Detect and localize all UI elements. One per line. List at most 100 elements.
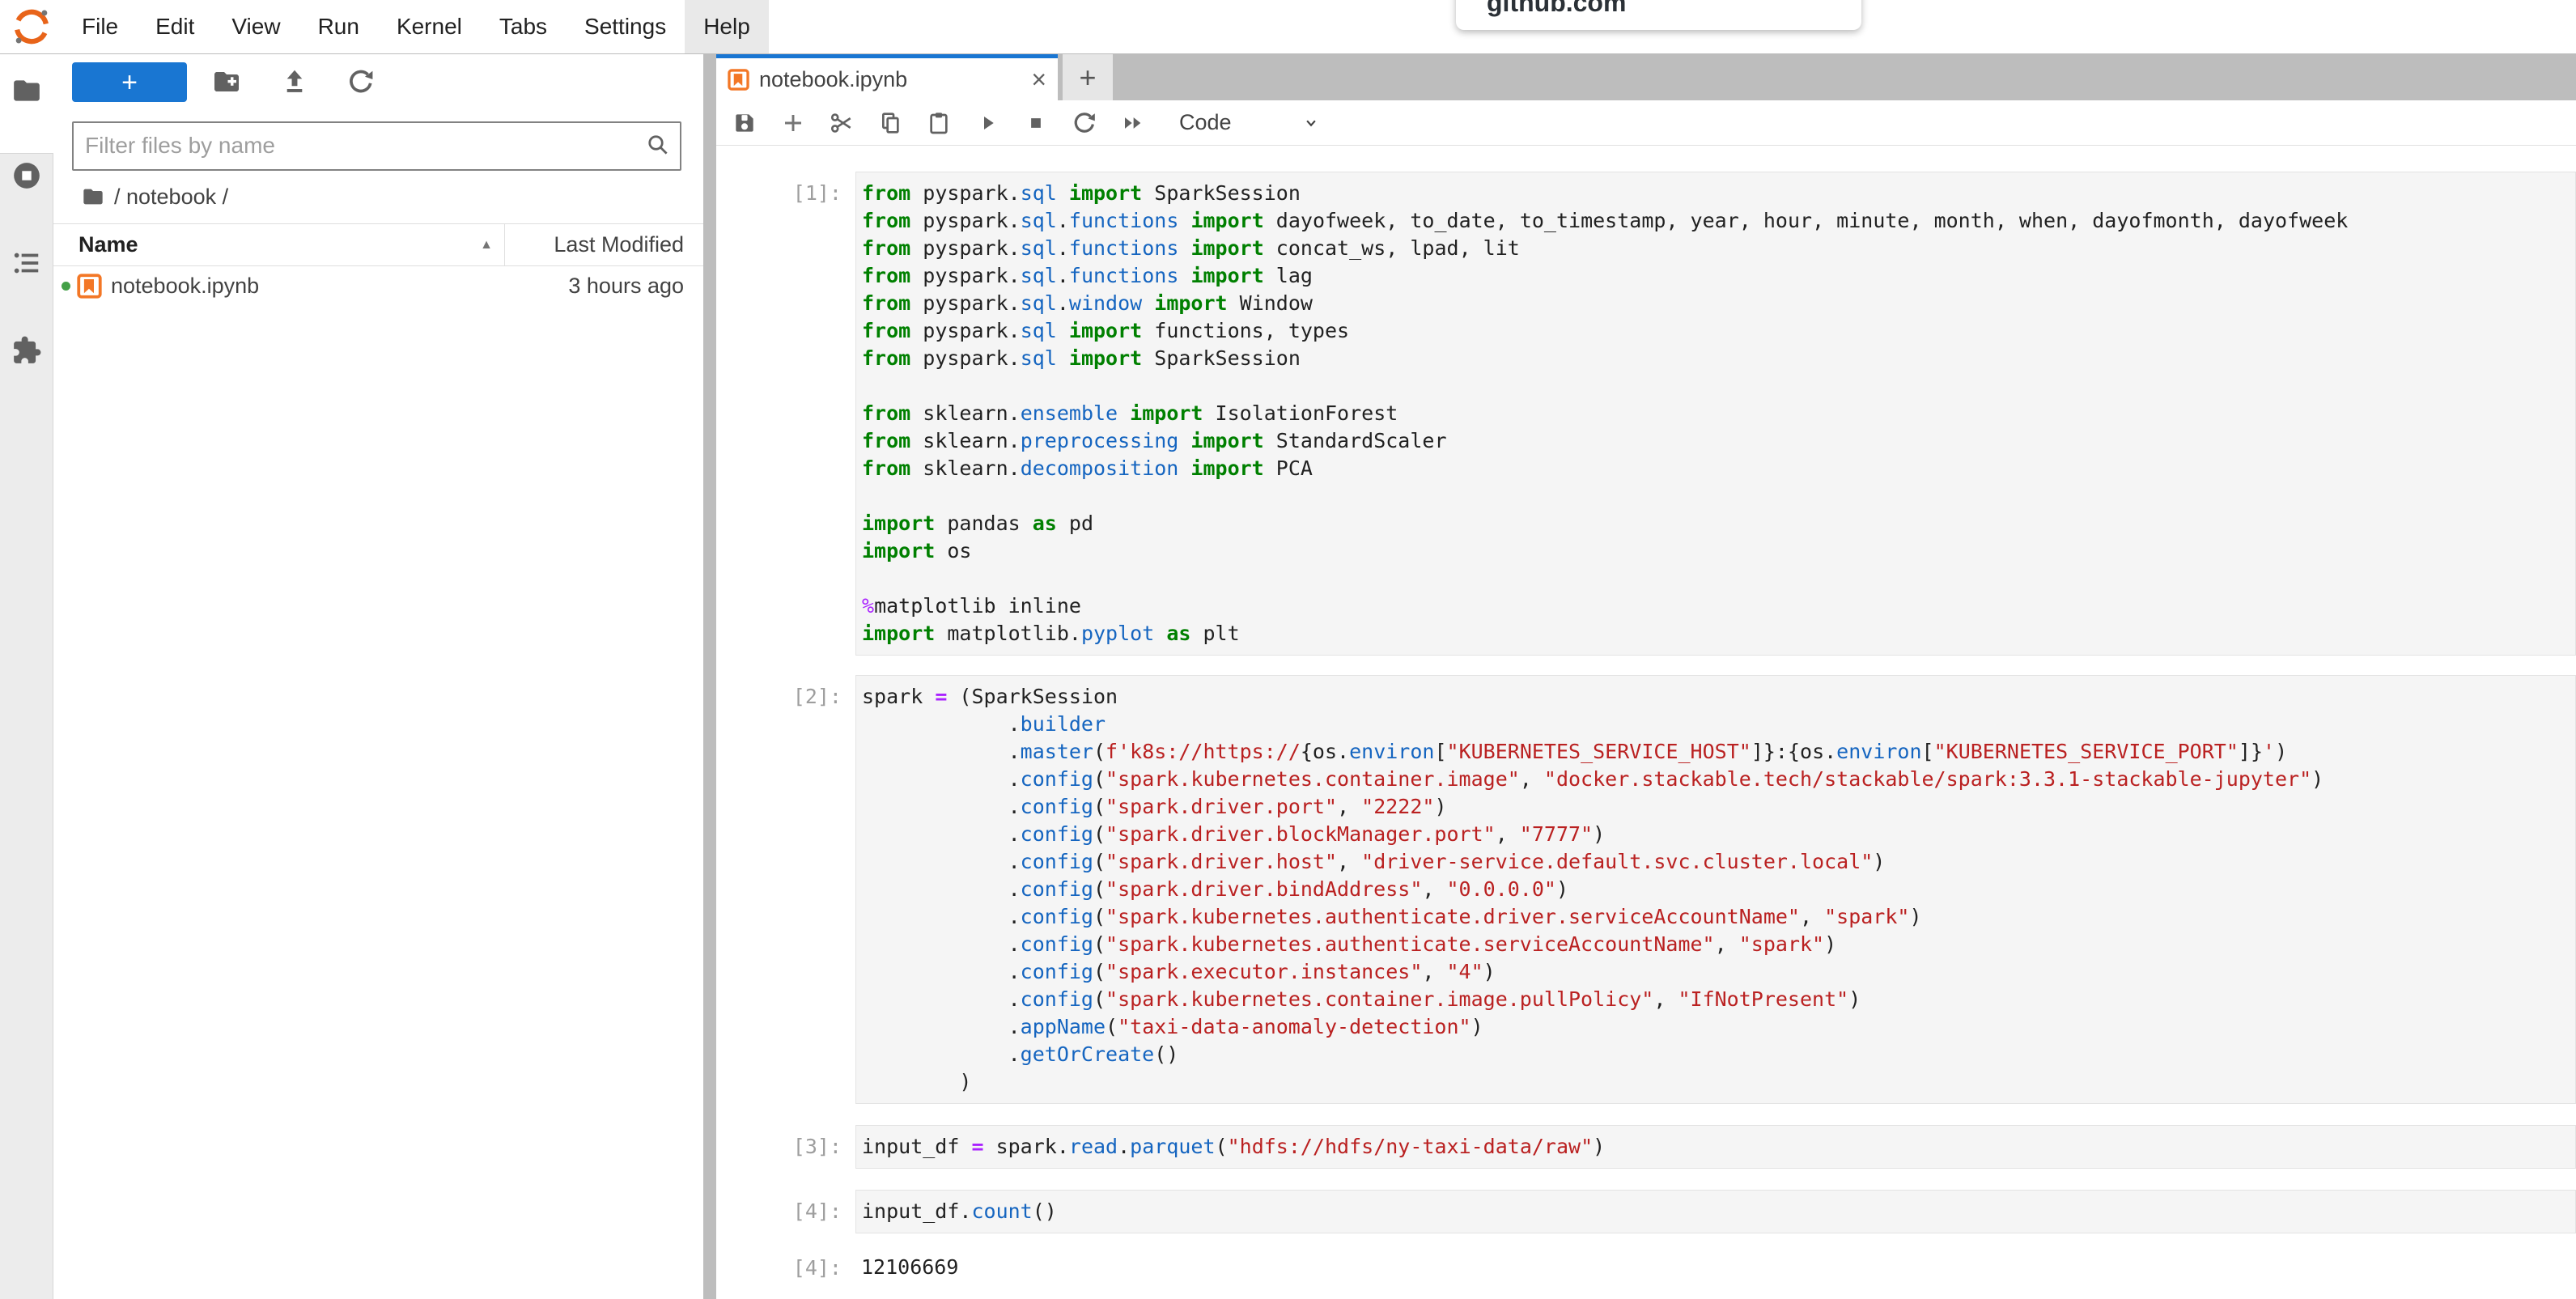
code-line: from pyspark.sql import functions, types — [862, 317, 2575, 345]
code-line: .config("spark.kubernetes.authenticate.d… — [862, 903, 2575, 931]
chevron-down-icon — [1301, 112, 1322, 134]
code-line: from pyspark.sql.window import Window — [862, 290, 2575, 317]
code-line: .getOrCreate() — [862, 1041, 2575, 1068]
menu-item-view[interactable]: View — [213, 0, 299, 53]
code-line: .builder — [862, 711, 2575, 738]
notebook-icon — [77, 274, 102, 299]
output-prompt: [4]: — [716, 1246, 855, 1282]
cell-input-editor[interactable]: spark = (SparkSession .builder .master(f… — [855, 675, 2576, 1104]
refresh-icon[interactable] — [346, 67, 376, 96]
close-tab-icon[interactable]: × — [1031, 66, 1046, 92]
code-line: input_df = spark.read.parquet("hdfs://hd… — [862, 1133, 2575, 1161]
file-name: notebook.ipynb — [111, 274, 259, 299]
cell-prompt: [2]: — [716, 675, 855, 711]
cut-icon[interactable] — [828, 109, 855, 137]
notebook-content: [1]:from pyspark.sql import SparkSession… — [716, 146, 2576, 1299]
code-cell: [3]:input_df = spark.read.parquet("hdfs:… — [716, 1125, 2576, 1169]
file-list-header: Name ▲ Last Modified — [53, 223, 703, 266]
menu-item-run[interactable]: Run — [299, 0, 378, 53]
code-cell: [2]:spark = (SparkSession .builder .mast… — [716, 675, 2576, 1104]
code-line: .config("spark.driver.bindAddress", "0.0… — [862, 876, 2575, 903]
code-line: from sklearn.ensemble import IsolationFo… — [862, 400, 2575, 427]
search-icon — [646, 133, 670, 157]
run-all-icon[interactable] — [1119, 109, 1147, 137]
running-status-dot — [62, 282, 70, 291]
code-line: .master(f'k8s://https://{os.environ["KUB… — [862, 738, 2575, 766]
activity-strip — [0, 153, 53, 1299]
code-cell: [4]:input_df.count() — [716, 1190, 2576, 1233]
code-line — [862, 482, 2575, 510]
notebook-panel: notebook.ipynb × + — [716, 54, 2576, 1299]
output-text: 12106669 — [861, 1254, 2576, 1281]
jupyter-logo — [11, 6, 52, 47]
column-header-last-modified[interactable]: Last Modified — [504, 224, 703, 265]
code-line: from pyspark.sql.functions import dayofw… — [862, 207, 2575, 235]
menu-item-file[interactable]: File — [63, 0, 137, 53]
menu-item-edit[interactable]: Edit — [137, 0, 213, 53]
notebook-toolbar: Code — [716, 100, 2576, 146]
code-line: import pandas as pd — [862, 510, 2575, 537]
code-line — [862, 372, 2575, 400]
table-of-contents-icon[interactable] — [11, 248, 42, 278]
cell-list: [1]:from pyspark.sql import SparkSession… — [716, 172, 2576, 1288]
activity-bar — [0, 54, 53, 1299]
restart-kernel-icon[interactable] — [1071, 109, 1098, 137]
cell-input-editor[interactable]: input_df = spark.read.parquet("hdfs://hd… — [855, 1125, 2576, 1169]
tab-title: notebook.ipynb — [759, 67, 907, 92]
code-line: spark = (SparkSession — [862, 683, 2575, 711]
home-folder-icon[interactable] — [82, 185, 104, 208]
extensions-icon[interactable] — [11, 335, 42, 366]
code-line: %matplotlib inline — [862, 592, 2575, 620]
cell-type-dropdown[interactable]: Code — [1179, 107, 1322, 139]
breadcrumb[interactable]: / notebook / — [82, 182, 228, 211]
add-tab-button[interactable]: + — [1063, 54, 1113, 100]
file-last-modified: 3 hours ago — [568, 274, 703, 299]
cell-prompt: [1]: — [716, 172, 855, 207]
code-line: .config("spark.kubernetes.container.imag… — [862, 766, 2575, 793]
code-cell: [1]:from pyspark.sql import SparkSession… — [716, 172, 2576, 656]
new-folder-icon[interactable] — [212, 67, 241, 96]
menu-item-settings[interactable]: Settings — [566, 0, 685, 53]
save-icon[interactable] — [731, 109, 758, 137]
folder-icon[interactable] — [11, 75, 42, 106]
code-line: .config("spark.driver.blockManager.port"… — [862, 821, 2575, 848]
stop-icon[interactable] — [1022, 109, 1050, 137]
sort-ascending-icon: ▲ — [480, 238, 493, 253]
running-kernels-icon[interactable] — [11, 160, 42, 191]
run-icon[interactable] — [974, 109, 1001, 137]
code-line: from sklearn.decomposition import PCA — [862, 455, 2575, 482]
insert-cell-icon[interactable] — [779, 109, 807, 137]
code-line — [862, 565, 2575, 592]
copy-icon[interactable] — [876, 109, 904, 137]
code-line: .config("spark.driver.host", "driver-ser… — [862, 848, 2575, 876]
code-line: .config("spark.kubernetes.container.imag… — [862, 986, 2575, 1013]
code-line: from pyspark.sql.functions import concat… — [862, 235, 2575, 262]
column-header-name[interactable]: Name ▲ — [53, 232, 504, 257]
code-line: .config("spark.kubernetes.authenticate.s… — [862, 931, 2575, 958]
github-popup: github.com — [1456, 0, 1861, 30]
tab-bar: notebook.ipynb × + — [716, 54, 2576, 100]
filter-files-input[interactable] — [83, 126, 621, 164]
code-line: import os — [862, 537, 2575, 565]
menu-item-kernel[interactable]: Kernel — [378, 0, 481, 53]
paste-icon[interactable] — [925, 109, 953, 137]
code-line: from pyspark.sql import SparkSession — [862, 345, 2575, 372]
tab-notebook[interactable]: notebook.ipynb × — [716, 54, 1058, 100]
code-line: .config("spark.driver.port", "2222") — [862, 793, 2575, 821]
file-row[interactable]: notebook.ipynb 3 hours ago — [53, 265, 703, 308]
menu-item-help[interactable]: Help — [685, 0, 769, 53]
code-line: .appName("taxi-data-anomaly-detection") — [862, 1013, 2575, 1041]
menu-items: FileEditViewRunKernelTabsSettingsHelp — [63, 0, 769, 53]
code-line: from pyspark.sql import SparkSession — [862, 180, 2575, 207]
code-line: ) — [862, 1068, 2575, 1096]
cell-input-editor[interactable]: input_df.count() — [855, 1190, 2576, 1233]
cell-type-value: Code — [1179, 110, 1232, 135]
cell-input-editor[interactable]: from pyspark.sql import SparkSessionfrom… — [855, 172, 2576, 656]
file-browser-panel: + — [53, 54, 703, 1299]
upload-icon[interactable] — [280, 67, 309, 96]
panel-splitter[interactable] — [703, 54, 716, 1299]
notebook-icon — [728, 69, 749, 91]
main-area: + — [0, 54, 2576, 1299]
new-launcher-button[interactable]: + — [72, 62, 187, 102]
menu-item-tabs[interactable]: Tabs — [481, 0, 566, 53]
